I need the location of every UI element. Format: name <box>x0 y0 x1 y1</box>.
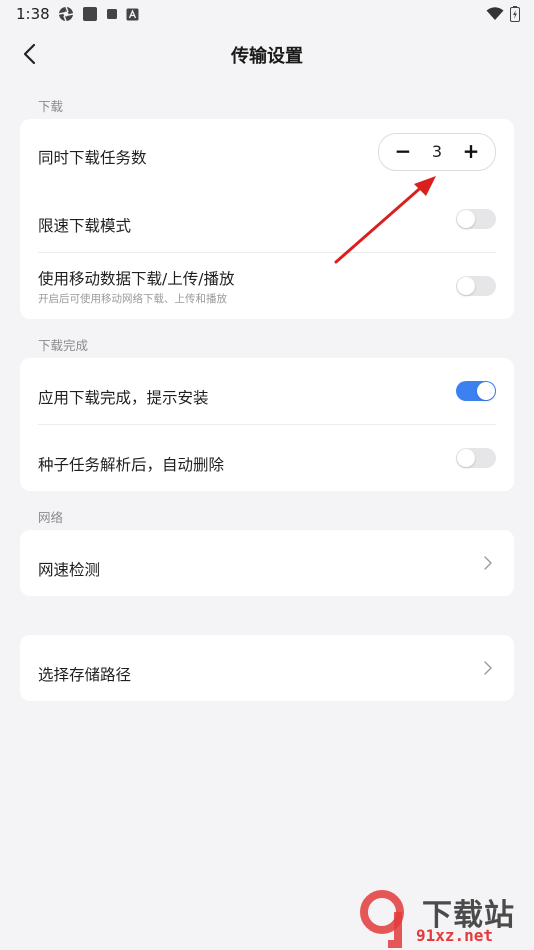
auto-delete-toggle[interactable] <box>456 448 496 468</box>
chevron-right-icon <box>484 556 492 570</box>
speed-limit-label: 限速下载模式 <box>38 217 132 235</box>
watermark-url: 91xz.net <box>416 926 494 945</box>
storage-card: 选择存储路径 <box>20 635 514 701</box>
stop-square-icon <box>107 9 117 19</box>
download-complete-card: 应用下载完成，提示安装 种子任务解析后，自动删除 <box>20 358 514 491</box>
speed-limit-toggle[interactable] <box>456 209 496 229</box>
watermark: 下载站 91xz.net <box>358 888 528 948</box>
install-prompt-toggle[interactable] <box>456 381 496 401</box>
mobile-data-subtitle: 开启后可使用移动网络下载、上传和播放 <box>38 293 227 305</box>
concurrent-tasks-label: 同时下载任务数 <box>38 149 147 167</box>
auto-delete-row[interactable]: 种子任务解析后，自动删除 <box>20 425 514 491</box>
status-notification-icons <box>58 6 139 22</box>
speed-test-label: 网速检测 <box>38 561 101 579</box>
toggle-knob <box>457 210 475 228</box>
section-label-download-complete: 下载完成 <box>38 338 89 353</box>
network-card: 网速检测 <box>20 530 514 596</box>
speed-test-row[interactable]: 网速检测 <box>20 530 514 596</box>
toggle-knob <box>477 382 495 400</box>
status-system-icons <box>486 6 520 22</box>
aperture-icon <box>58 6 74 22</box>
page-title: 传输设置 <box>231 46 303 67</box>
mobile-data-toggle[interactable] <box>456 276 496 296</box>
section-label-network: 网络 <box>38 510 64 525</box>
watermark-logo-icon <box>360 890 404 948</box>
storage-path-row[interactable]: 选择存储路径 <box>20 635 514 701</box>
annotation-arrow <box>334 176 436 264</box>
section-label-download: 下载 <box>38 99 64 114</box>
toggle-knob <box>457 277 475 295</box>
battery-icon <box>510 6 520 22</box>
top-bar: 传输设置 <box>0 30 534 78</box>
storage-path-label: 选择存储路径 <box>38 666 132 684</box>
a-letter-icon <box>126 8 139 20</box>
status-time: 1:38 <box>16 5 50 23</box>
increment-button[interactable]: + <box>453 134 489 170</box>
app-square-icon <box>83 7 97 21</box>
install-prompt-row[interactable]: 应用下载完成，提示安装 <box>20 358 514 424</box>
concurrent-tasks-stepper: − 3 + <box>378 133 496 171</box>
chevron-right-icon <box>484 661 492 675</box>
install-prompt-label: 应用下载完成，提示安装 <box>38 389 209 407</box>
status-bar: 1:38 <box>0 0 534 30</box>
auto-delete-label: 种子任务解析后，自动删除 <box>38 456 225 474</box>
mobile-data-label: 使用移动数据下载/上传/播放 <box>38 270 235 288</box>
wifi-icon <box>486 7 504 20</box>
toggle-knob <box>457 449 475 467</box>
